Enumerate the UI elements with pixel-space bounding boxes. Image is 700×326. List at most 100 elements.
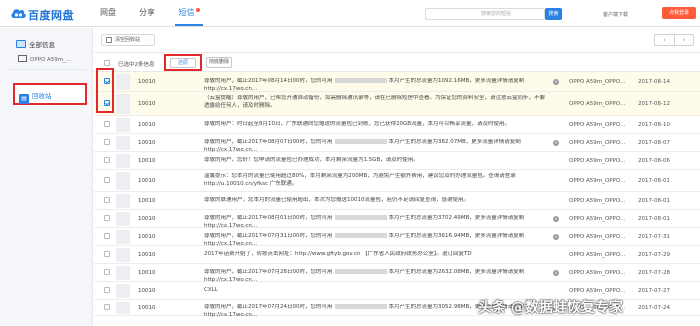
sidebar-item-label: OPPO A59m_...	[30, 57, 72, 63]
sender-number: 10010	[138, 216, 156, 222]
redacted-block	[334, 233, 387, 238]
close-icon[interactable]: ×	[553, 79, 559, 85]
device-name: OPPO A59m_OPPO...	[569, 234, 626, 240]
sidebar: 全部信息 OPPO A59m_... ▤ 回收站	[0, 28, 93, 326]
table-row[interactable]: 10010 （云盒提醒）尊敬的用户，已帮您开通自动备份，如需删除通讯录等，请在已删…	[94, 92, 700, 116]
sidebar-item-recycle-bin[interactable]: ▤ 回收站	[13, 83, 87, 105]
redacted-block	[334, 139, 387, 144]
row-checkbox[interactable]	[104, 100, 110, 106]
avatar	[116, 302, 130, 314]
close-icon[interactable]: ×	[553, 234, 559, 240]
message-date: 2017-08-06	[638, 158, 670, 164]
row-checkbox[interactable]	[104, 251, 110, 257]
close-icon[interactable]: ×	[553, 216, 559, 222]
redacted-block	[334, 269, 387, 274]
sender-number: 10010	[138, 305, 156, 311]
search-button[interactable]: 搜索	[545, 8, 562, 20]
sender-number: 10010	[138, 158, 156, 164]
close-icon[interactable]: ×	[553, 270, 559, 276]
client-download-link[interactable]: 客户端下载	[603, 11, 628, 18]
select-all-checkbox[interactable]	[104, 60, 110, 66]
login-button[interactable]: 点我登录	[662, 7, 696, 19]
row-checkbox[interactable]	[104, 233, 110, 239]
message-body: 尊敬的用户，截止2017年08月14日00时，您的可用	[204, 78, 333, 84]
message-body: 尊敬的用户，截止2017年08月01日00时，您的可用	[204, 215, 333, 221]
table-row[interactable]: 10010 尊敬的用户，截止2017年07月31日00时，您的可用 本月产生的总流量…	[94, 228, 700, 247]
message-body: （云盒提醒）尊敬的用户，已帮您开通自动备份，如需删除通讯录等，请在已删除短信中查…	[204, 95, 546, 109]
message-text: 尊敬的用户：时日起至8月10日，广东联通向您赠送的流量包已到账，您已获得20GB…	[204, 121, 549, 129]
nav-tab-netdisk[interactable]: 网盘	[97, 0, 119, 26]
row-checkbox[interactable]	[104, 287, 110, 293]
nav-tab-sms[interactable]: 短信	[175, 0, 203, 26]
sender-number: 10010	[138, 252, 156, 258]
row-checkbox[interactable]	[104, 139, 110, 145]
sender-number: 10010	[138, 270, 156, 276]
message-date: 2017-08-07	[638, 140, 670, 146]
message-text: （云盒提醒）尊敬的用户，已帮您开通自动备份，如需删除通讯录等，请在已删除短信中查…	[204, 95, 549, 110]
sidebar-item-all-messages[interactable]: 全部信息	[16, 39, 55, 49]
table-row[interactable]: 10010 温馨提示：您本月的流量已使用超过80%，本月剩余流量为200MB，为避…	[94, 170, 700, 192]
message-text: 温馨提示：您本月的流量已使用超过80%，本月剩余流量为200MB，为避免产生额外…	[204, 173, 549, 188]
row-checkbox[interactable]	[104, 177, 110, 183]
table-row[interactable]: 10010 尊敬的联通用户，您本月的流量已使用超出，本次为您赠送10010流量包，…	[94, 192, 700, 210]
sender-number: 10010	[138, 234, 156, 240]
sender-number: 10010	[138, 101, 156, 107]
avatar	[116, 136, 130, 150]
device-name: OPPO A59m_OPPO...	[569, 79, 626, 85]
watermark-text: 头条 @数据蛙恢复专家	[478, 300, 623, 316]
row-checkbox[interactable]	[104, 78, 110, 84]
device-name: OPPO A59m_OPPO...	[569, 158, 626, 164]
sender-number: 10010	[138, 140, 156, 146]
sender-number: 10010	[138, 122, 156, 128]
sidebar-divider	[8, 69, 86, 70]
table-row[interactable]: 10010 尊敬的用户，截止2017年08月07日00时，您的可用 本月产生的总流量…	[94, 134, 700, 153]
message-body: 尊敬的用户，您好！您申请的流量包已办理成功，本月剩余流量为1.5GB，请及时使用…	[204, 157, 419, 163]
brand-name: 百度网盘	[28, 9, 74, 22]
prev-page-button[interactable]: ‹	[655, 35, 675, 45]
recycle-bin-icon: ▤	[19, 94, 29, 104]
device-name: OPPO A59m_OPPO...	[569, 216, 626, 222]
search-input[interactable]: 搜索您的短信	[425, 8, 545, 20]
table-row[interactable]: 10010 尊敬的用户：时日起至8月10日，广东联通向您赠送的流量包已到账，您已获…	[94, 116, 700, 134]
row-checkbox[interactable]	[104, 304, 110, 310]
sender-number: 10010	[138, 288, 156, 294]
message-date: 2017-07-24	[638, 305, 670, 311]
selected-count-text: 已选中2条信息	[118, 62, 155, 68]
next-page-button[interactable]: ›	[674, 35, 694, 45]
row-checkbox[interactable]	[104, 121, 110, 127]
row-checkbox[interactable]	[104, 215, 110, 221]
row-checkbox[interactable]	[104, 269, 110, 275]
message-date: 2017-08-12	[638, 101, 670, 107]
message-text: CXLL	[204, 287, 549, 295]
table-row[interactable]: 10010 尊敬的用户，您好！您申请的流量包已办理成功，本月剩余流量为1.5GB，…	[94, 152, 700, 170]
message-list: 10010 尊敬的用户，截止2017年08月14日00时，您的可用 本月产生的总流量…	[94, 72, 700, 326]
redacted-block	[334, 215, 387, 220]
avatar	[116, 154, 130, 168]
sender-number: 10010	[138, 198, 156, 204]
table-row[interactable]: 10010 尊敬的用户，截止2017年08月01日00时，您的可用 本月产生的总流量…	[94, 210, 700, 229]
nav-tab-share[interactable]: 分享	[136, 0, 158, 26]
close-icon[interactable]: ×	[553, 140, 559, 146]
sidebar-item-label: 回收站	[32, 92, 52, 100]
device-name: OPPO A59m_OPPO...	[569, 140, 626, 146]
row-checkbox[interactable]	[104, 157, 110, 163]
table-row[interactable]: 10010 尊敬的用户，截止2017年08月14日00时，您的可用 本月产生的总流量…	[94, 72, 700, 92]
row-checkbox[interactable]	[104, 197, 110, 203]
phone-icon	[18, 55, 27, 62]
message-date: 2017-07-28	[638, 270, 670, 276]
sidebar-item-device[interactable]: OPPO A59m_...	[18, 55, 71, 63]
table-row[interactable]: 10010 2017年话费开始了，转账点击网址：http://www.gftyb.…	[94, 246, 700, 264]
message-date: 2017-08-01	[638, 198, 670, 204]
message-text: 尊敬的联通用户，您本月的流量已使用超出，本次为您赠送10010流量包，若仍不足请…	[204, 197, 549, 205]
message-text: 尊敬的用户，您好！您申请的流量包已办理成功，本月剩余流量为1.5GB，请及时使用…	[204, 157, 549, 165]
message-body: 尊敬的联通用户，您本月的流量已使用超出，本次为您赠送10010流量包，若仍不足请…	[204, 197, 469, 203]
permanent-delete-button[interactable]: 彻底删除	[206, 57, 232, 68]
restore-button[interactable]: 还原	[170, 58, 196, 68]
table-row[interactable]: 10010 尊敬的用户，截止2017年07月28日00时，您的可用 本月产生的总流量…	[94, 264, 700, 283]
message-body: 尊敬的用户，截止2017年08月07日00时，您的可用	[204, 139, 333, 145]
pager: ‹ ›	[654, 34, 694, 46]
avatar	[116, 248, 130, 262]
clear-recycle-bin-button[interactable]: 清空回收站	[101, 34, 155, 46]
message-date: 2017-07-29	[638, 252, 670, 258]
message-body: CXLL	[204, 287, 218, 293]
